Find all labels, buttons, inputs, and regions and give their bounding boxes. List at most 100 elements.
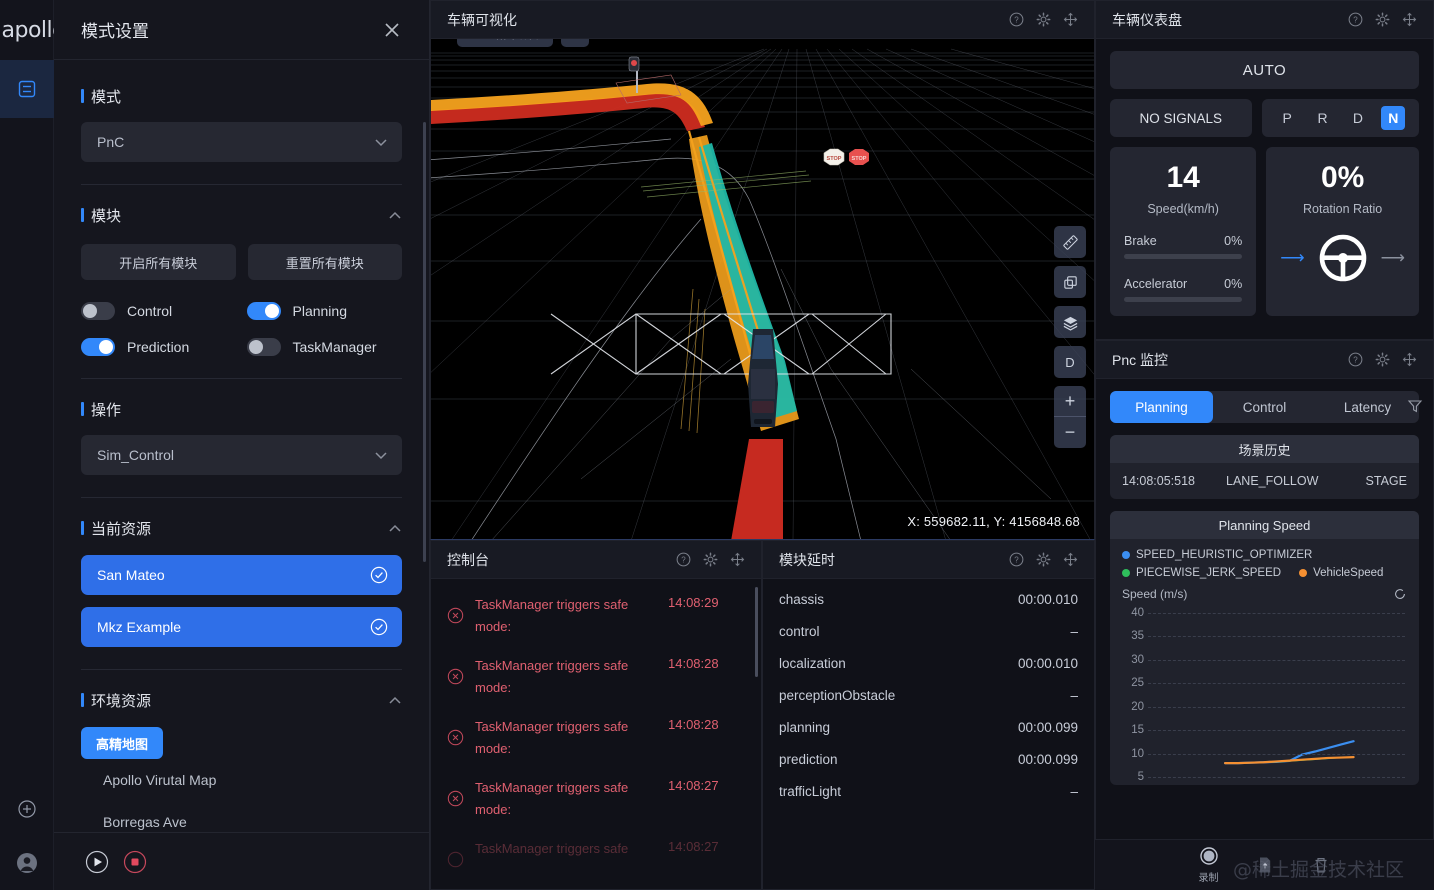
console-log-list[interactable]: TaskManager triggers safe mode: 14:08:29… <box>431 579 761 889</box>
chevron-up-icon[interactable] <box>388 209 402 223</box>
viz-header: 车辆可视化 ? <box>431 1 1094 39</box>
gear-p[interactable]: P <box>1275 106 1299 130</box>
help-icon[interactable]: ? <box>1009 552 1024 567</box>
expand-move-icon[interactable] <box>730 552 745 567</box>
resource-item-san-mateo[interactable]: San Mateo <box>81 555 402 595</box>
enable-all-modules-button[interactable]: 开启所有模块 <box>81 244 236 280</box>
refresh-icon[interactable] <box>1393 587 1407 601</box>
y-tick-label: 5 <box>1137 771 1144 783</box>
chevron-up-icon[interactable] <box>388 522 402 536</box>
mode-settings-panel: 模式设置 模式 PnC 模块 开启所有模块 重置所有模块 Control Pla… <box>54 0 430 890</box>
toggle-switch[interactable] <box>81 302 115 320</box>
vehicle-dashboard-panel: 车辆仪表盘 ? AUTO NO SIGNALS P R D N 14 Speed… <box>1095 0 1434 340</box>
log-message: TaskManager triggers safe mode: <box>475 597 629 634</box>
series-line <box>1223 756 1355 765</box>
planning-speed-title: Planning Speed <box>1110 511 1419 539</box>
operation-select[interactable]: Sim_Control <box>81 435 402 475</box>
layers-tool-button[interactable] <box>1054 306 1086 338</box>
rotation-card: 0% Rotation Ratio ⟶ ⟶ <box>1266 147 1419 316</box>
mode-select[interactable]: PnC <box>81 122 402 162</box>
expand-move-icon[interactable] <box>1402 12 1417 27</box>
gear-icon[interactable] <box>1036 552 1051 567</box>
console-panel: 控制台 ? TaskManager triggers safe mode: 14… <box>430 540 762 890</box>
reset-all-modules-button[interactable]: 重置所有模块 <box>247 244 402 280</box>
scene-scenario: LANE_FOLLOW <box>1226 474 1319 488</box>
expand-move-icon[interactable] <box>1063 552 1078 567</box>
console-scrollbar[interactable] <box>755 587 758 677</box>
section-modules-header[interactable]: 模块 <box>81 205 402 226</box>
zoom-out-button[interactable]: − <box>1054 417 1086 448</box>
module-toggle-control[interactable]: Control <box>81 302 237 320</box>
copy-tool-button[interactable] <box>1054 266 1086 298</box>
section-current-resource-header[interactable]: 当前资源 <box>81 518 402 539</box>
hd-map-tab[interactable]: 高精地图 <box>81 727 164 759</box>
tab-planning[interactable]: Planning <box>1110 391 1213 423</box>
tab-latency[interactable]: Latency <box>1316 391 1419 423</box>
log-item: TaskManager triggers safe mode: 14:08:28 <box>447 707 745 768</box>
toggle-switch[interactable] <box>246 302 281 320</box>
pnc-monitor-panel: Pnc 监控 ? Planning Control Latency 场景历史 1… <box>1095 340 1434 840</box>
rail-item-add[interactable] <box>0 782 54 836</box>
help-icon[interactable]: ? <box>676 552 691 567</box>
expand-move-icon[interactable] <box>1402 352 1417 367</box>
module-toggle-taskmanager[interactable]: TaskManager <box>246 338 403 356</box>
viz-3d-canvas[interactable]: STOP STOP <box>431 39 1094 539</box>
y-tick-label: 25 <box>1131 677 1144 690</box>
toggle-switch[interactable] <box>246 338 281 356</box>
module-toggle-prediction[interactable]: Prediction <box>81 338 237 356</box>
planning-speed-card: Planning Speed SPEED_HEURISTIC_OPTIMIZER… <box>1110 511 1419 785</box>
section-operation-label: 操作 <box>81 399 121 420</box>
module-toggle-planning[interactable]: Planning <box>246 302 403 320</box>
help-icon[interactable]: ? <box>1348 12 1363 27</box>
filter-icon[interactable] <box>1407 398 1423 414</box>
error-circle-icon <box>447 607 464 624</box>
gear-icon[interactable] <box>1375 12 1390 27</box>
resource-item-mkz-example[interactable]: Mkz Example <box>81 607 402 647</box>
help-icon[interactable]: ? <box>1348 352 1363 367</box>
center-bottom-row: 控制台 ? TaskManager triggers safe mode: 14… <box>430 540 1095 890</box>
brake-meter <box>1124 254 1243 259</box>
gear-d[interactable]: D <box>1346 106 1370 130</box>
section-env-resource-header[interactable]: 环境资源 <box>81 690 402 711</box>
y-tick-label: 35 <box>1131 630 1144 643</box>
mode-settings-body: 模式 PnC 模块 开启所有模块 重置所有模块 Control Planning… <box>54 60 429 832</box>
toggle-switch[interactable] <box>81 338 115 356</box>
gear-r[interactable]: R <box>1311 106 1335 130</box>
y-tick-label: 20 <box>1131 700 1144 713</box>
zoom-in-button[interactable]: + <box>1054 386 1086 417</box>
rail-item-profile[interactable] <box>0 836 54 890</box>
gear-icon[interactable] <box>1036 12 1051 27</box>
expand-move-icon[interactable] <box>1063 12 1078 27</box>
mode-settings-footer <box>54 832 429 890</box>
drive-mode-button[interactable]: D <box>1054 346 1086 378</box>
latency-row: localization 00:00.010 <box>779 647 1078 679</box>
tab-control[interactable]: Control <box>1213 391 1316 423</box>
env-item-borregas-ave[interactable]: Borregas Ave <box>81 801 402 832</box>
ruler-tool-button[interactable] <box>1054 226 1086 258</box>
svg-text:STOP: STOP <box>827 156 842 162</box>
gear-icon[interactable] <box>703 552 718 567</box>
rail-item-mode-settings[interactable] <box>0 60 54 118</box>
settings-scrollbar[interactable] <box>423 122 426 562</box>
latency-list: chassis 00:00.010 control – localization… <box>763 579 1094 889</box>
close-icon[interactable] <box>381 19 403 41</box>
help-icon[interactable]: ? <box>1009 12 1024 27</box>
viz-right-tools: D + − <box>1054 226 1086 448</box>
chevron-up-icon[interactable] <box>388 694 402 708</box>
latency-row: chassis 00:00.010 <box>779 583 1078 615</box>
steering-wheel-icon <box>1319 234 1366 282</box>
gear-n[interactable]: N <box>1381 106 1406 130</box>
arrow-right-icon: ⟶ <box>1380 248 1405 267</box>
log-item: TaskManager triggers safe mode: 14:08:28 <box>447 646 745 707</box>
env-item-apollo-virtual-map[interactable]: Apollo Virutal Map <box>81 759 402 801</box>
stop-record-button[interactable] <box>123 850 147 874</box>
record-button[interactable]: 录制 <box>1199 846 1219 884</box>
log-time: 14:08:27 <box>668 839 719 854</box>
dashboard-title: 车辆仪表盘 <box>1112 11 1182 28</box>
icon-rail: apollo <box>0 0 66 890</box>
check-circle-icon <box>370 618 388 636</box>
play-button[interactable] <box>85 850 109 874</box>
dashboard-header: 车辆仪表盘 ? <box>1096 1 1433 39</box>
gear-icon[interactable] <box>1375 352 1390 367</box>
ego-vehicle <box>748 329 778 427</box>
